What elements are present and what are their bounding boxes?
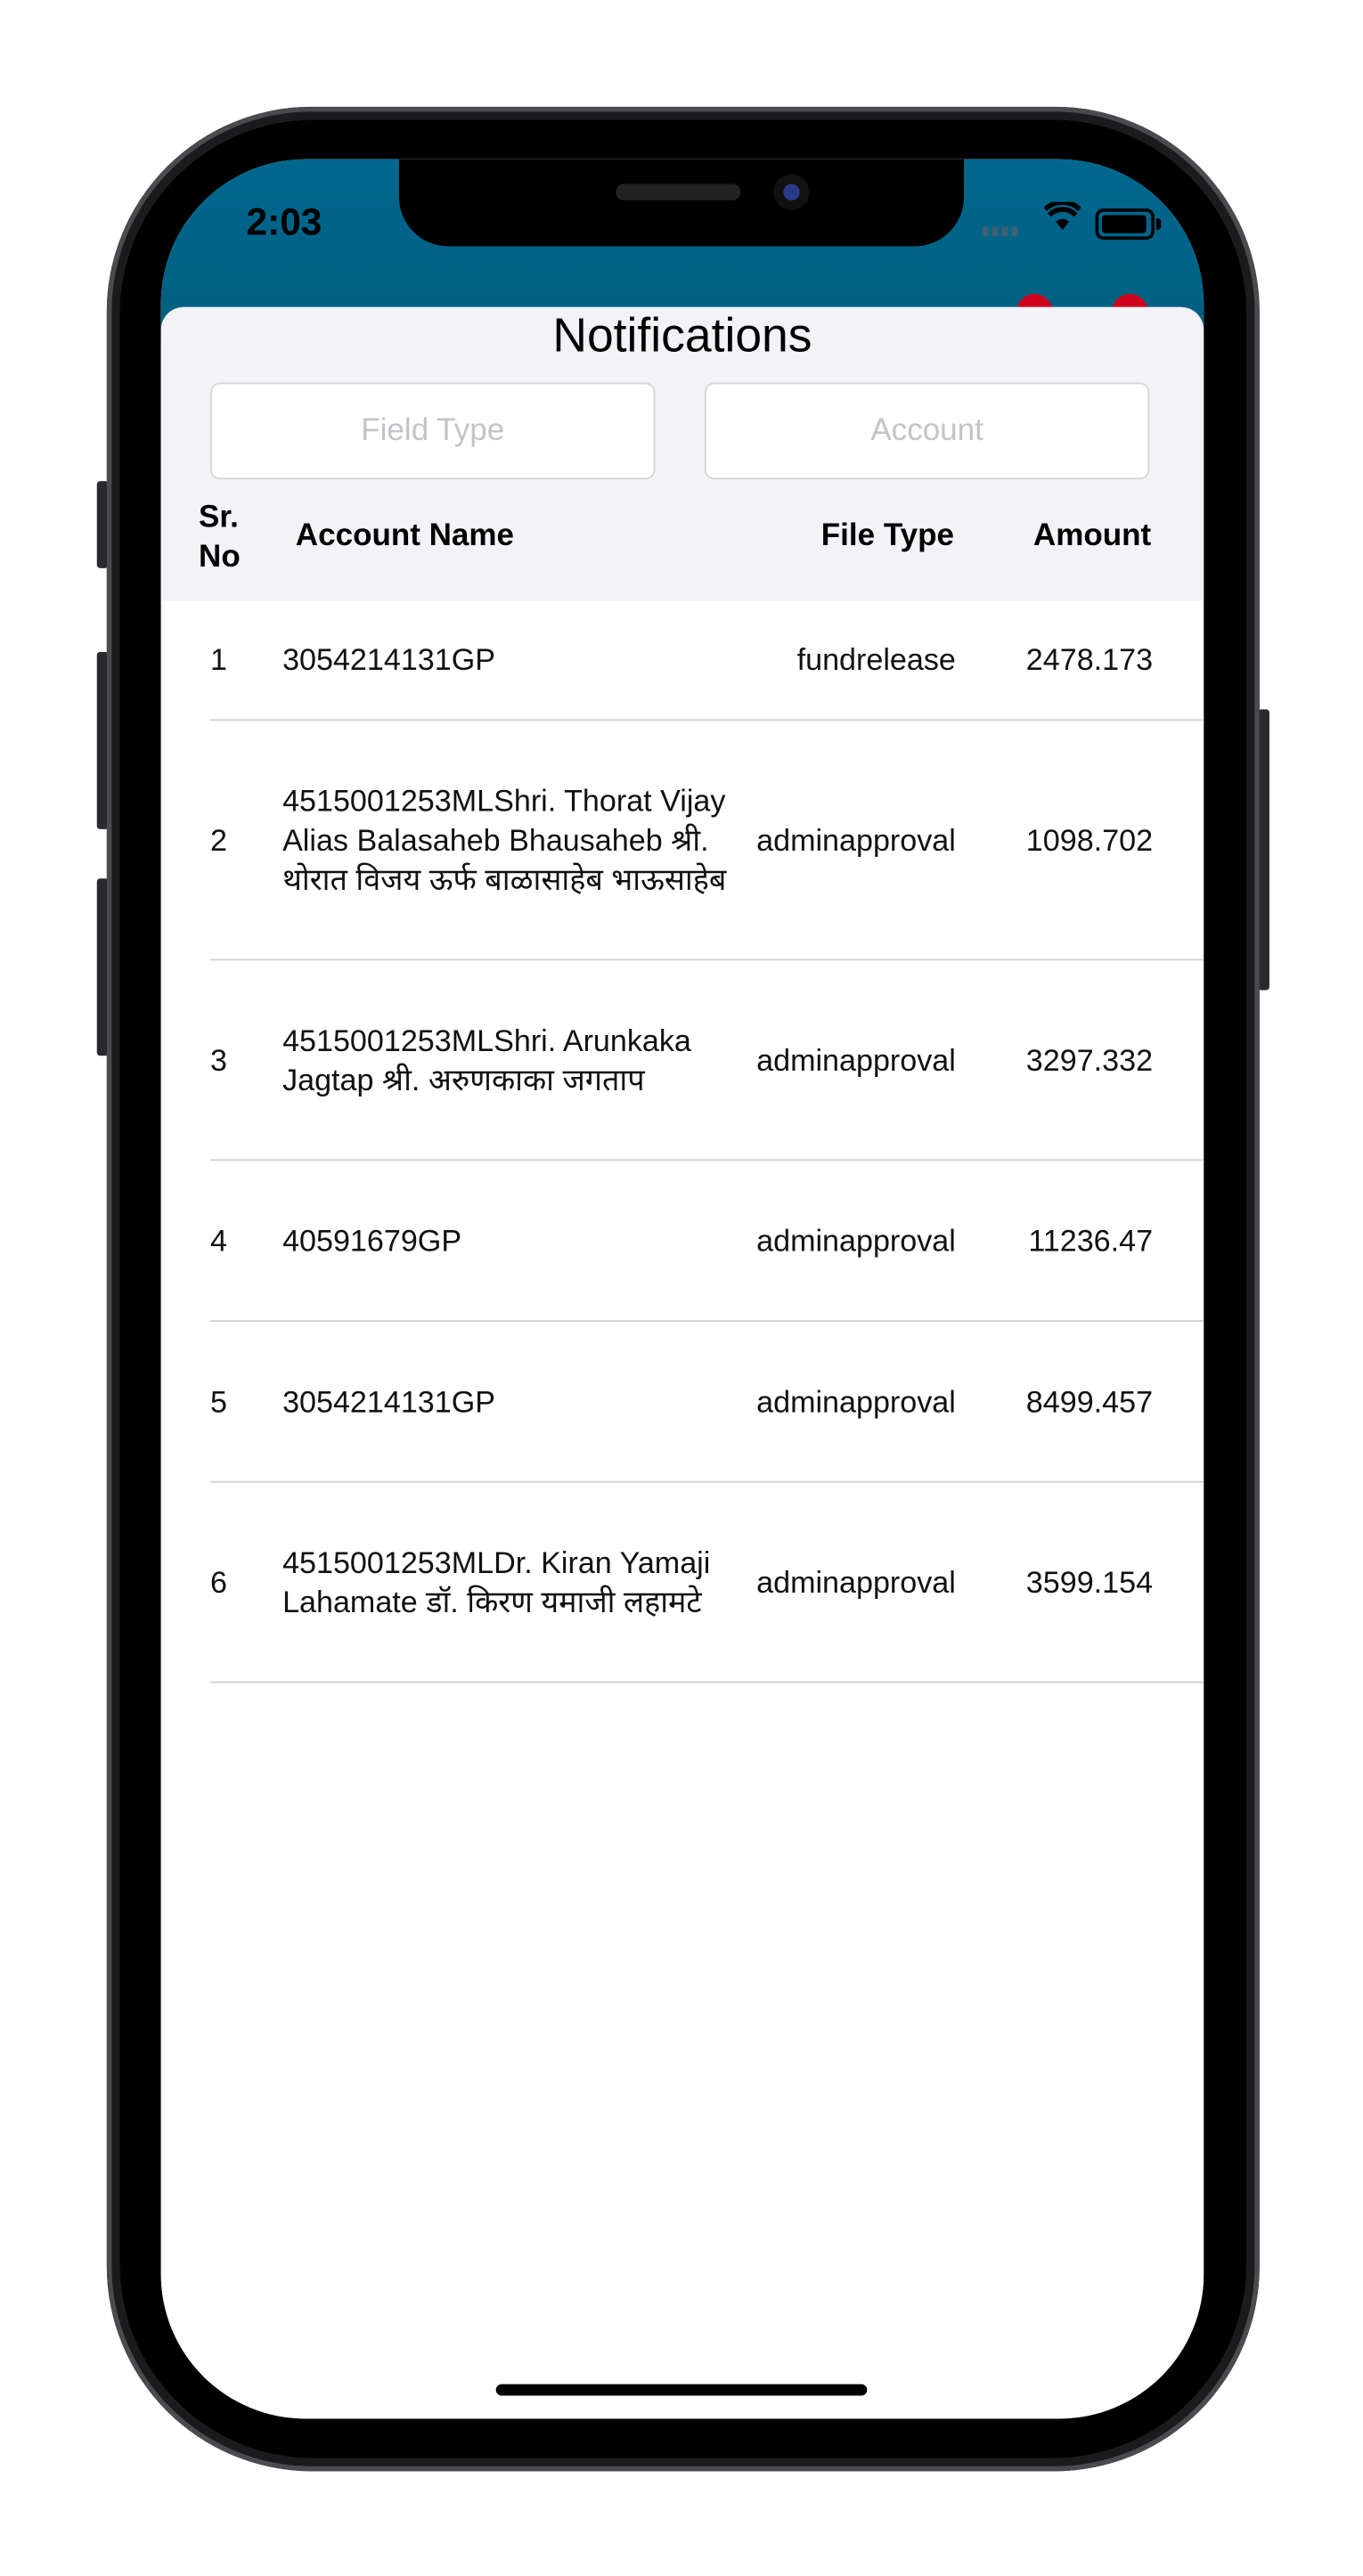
row-sr-no: 5 [209,1383,227,1418]
sheet-header: Notifications Sr. No Account Name File T… [160,306,1204,601]
column-header-file-type: File Type [820,518,955,554]
row-amount: 3297.332 [1025,1041,1154,1077]
column-header-amount: Amount [1032,518,1152,554]
camera [773,174,810,210]
row-file-type: adminapproval [756,821,956,857]
table-row[interactable]: 4 40591679GP adminapproval 11236.47 [209,1161,1204,1322]
row-account-name: 40591679GP [282,1222,462,1258]
notifications-table: 1 3054214131GP fundrelease 2478.173 2 4515001… [161,601,1204,1683]
page-title: Notifications [552,310,812,363]
row-amount: 2478.173 [1025,641,1154,677]
wifi-icon [1043,200,1081,241]
table-row[interactable]: 6 4515001253MLDr. Kiran Yamaji Lahamate ड… [209,1483,1204,1683]
row-sr-no: 6 [209,1563,227,1599]
power-button [1258,709,1269,990]
column-header-sr-no: Sr. No [199,501,241,575]
screen: 2:03 Notifications Sr. No Account Name F… [160,159,1204,2419]
table-row[interactable]: 2 4515001253MLShri. Thorat Vijay Alias Ba… [209,721,1204,961]
field-type-input[interactable] [209,382,656,480]
row-account-name: 4515001253MLDr. Kiran Yamaji Lahamate डॉ… [282,1544,711,1618]
row-file-type: adminapproval [756,1563,956,1599]
row-account-name: 3054214131GP [282,641,496,677]
cellular-signal-icon [982,226,1018,237]
row-file-type: adminapproval [756,1383,956,1418]
row-sr-no: 3 [209,1041,227,1077]
column-header-account-name: Account Name [295,518,515,554]
row-file-type: adminapproval [756,1041,956,1077]
row-amount: 1098.702 [1025,821,1154,857]
notch [398,159,965,247]
row-account-name: 3054214131GP [282,1383,496,1418]
status-time: 2:03 [246,200,322,243]
row-file-type: fundrelease [796,641,956,677]
row-account-name: 4515001253MLShri. Arunkaka Jagtap श्री. … [282,1022,691,1096]
row-account-name: 4515001253MLShri. Thorat Vijay Alias Bal… [282,782,727,896]
row-sr-no: 4 [209,1222,227,1258]
battery-icon [1095,208,1162,240]
table-row[interactable]: 5 3054214131GP adminapproval 8499.457 [209,1322,1204,1483]
row-sr-no: 2 [209,821,227,857]
table-row[interactable]: 3 4515001253MLShri. Arunkaka Jagtap श्री.… [209,960,1204,1162]
table-row[interactable]: 1 3054214131GP fundrelease 2478.173 [209,601,1204,721]
row-amount: 11236.47 [1028,1222,1154,1258]
row-file-type: adminapproval [756,1222,956,1258]
row-sr-no: 1 [209,641,227,677]
home-indicator[interactable] [495,2384,868,2396]
row-amount: 8499.457 [1025,1383,1154,1418]
speaker [616,183,741,200]
notifications-sheet: Notifications Sr. No Account Name File T… [160,306,1204,2419]
account-input[interactable] [704,382,1150,480]
row-amount: 3599.154 [1025,1563,1154,1599]
